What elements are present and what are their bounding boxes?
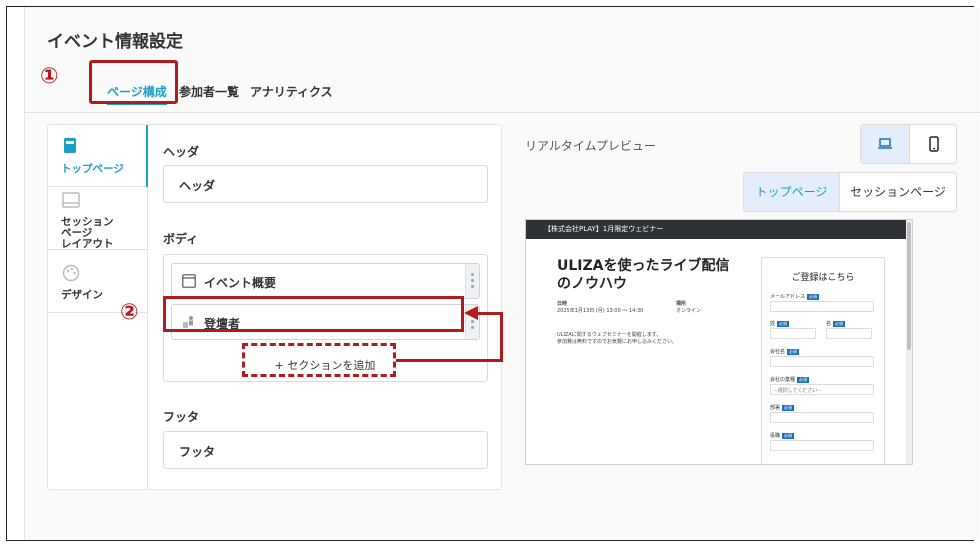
screenshot-frame: イベント情報設定 ページ構成 参加者一覧 アナリティクス トップページ セッショ… <box>6 6 980 541</box>
form-label-mail: メールアドレス 必須 <box>770 294 820 300</box>
smartphone-preview-button[interactable] <box>909 125 957 163</box>
footer-section-label: フッタ <box>163 410 200 424</box>
layout-icon <box>62 192 80 208</box>
preview-session-page-button[interactable]: セッションページ <box>839 173 956 211</box>
annotation-highlight-speakers <box>163 296 464 332</box>
form-label-industry: 会社の業種 必須 <box>770 377 810 383</box>
form-input-last <box>770 328 816 339</box>
header-section-label: ヘッダ <box>163 145 200 159</box>
annotation-arrow <box>396 359 503 362</box>
arrow-head-icon <box>464 306 478 320</box>
form-select-placeholder: --選択してください-- <box>774 388 821 394</box>
preview-top-page-button[interactable]: トップページ <box>744 173 839 211</box>
annotation-highlight-tab <box>89 60 178 104</box>
form-input-company <box>770 356 874 367</box>
realtime-preview-label: リアルタイムプレビュー <box>525 139 656 153</box>
preview-description: ULIZAに関するウェブセミナーを開催します。 <box>557 332 662 338</box>
form-label-first: 名必須 <box>826 321 846 327</box>
tab-analytics[interactable]: アナリティクス <box>250 83 333 100</box>
page-title: イベント情報設定 <box>47 32 183 52</box>
sidebar-item-label: セッション ページ レイアウト <box>61 216 114 250</box>
header-section-box[interactable]: ヘッダ <box>163 165 488 203</box>
sidebar-item-top-page[interactable]: トップページ <box>48 125 147 187</box>
annotation-arrow <box>477 312 503 315</box>
preview-date-value: 2025年1月13日 (月) 13:00 ～ 14:30 <box>557 308 644 314</box>
body-item-label: イベント概要 <box>204 276 277 290</box>
preview-registration-form: ご登録はこちら メールアドレス 必須 姓必須 名必須 会社名 必須 会社の業種 必須 … <box>761 257 885 464</box>
preview-form-title: ご登録はこちら <box>791 273 855 283</box>
form-label-company: 会社名 必須 <box>770 349 800 355</box>
body-section-label: ボディ <box>163 232 199 246</box>
window-icon <box>182 274 196 288</box>
smartphone-icon <box>929 136 939 152</box>
preview-event-title: ULIZAを使ったライブ配信のノウハウ <box>557 258 730 292</box>
device-toggle <box>860 124 957 164</box>
annotation-marker-1: ① <box>40 64 59 89</box>
form-input-position <box>770 440 874 451</box>
form-label-position: 役職 必須 <box>770 433 795 439</box>
preview-header-bar: 【株式会社PLAY】1月限定ウェビナー <box>526 220 912 239</box>
annotation-arrow <box>500 312 503 362</box>
form-input-first <box>826 328 872 339</box>
form-label-department: 部署 必須 <box>770 405 795 411</box>
preview-place-value: オンライン <box>676 308 702 314</box>
sidebar-item-label: デザイン <box>61 289 103 301</box>
page-icon <box>64 138 76 153</box>
preview-place-label: 場所 <box>676 301 687 307</box>
form-input-department <box>770 412 874 423</box>
pc-preview-button[interactable] <box>861 125 909 163</box>
sidebar-active-indicator <box>146 125 148 187</box>
body-item-event-overview[interactable]: イベント概要 <box>171 263 480 299</box>
preview-description: 参加費は無料ですのでお気軽にお申し込みください。 <box>557 339 678 345</box>
footer-section-box[interactable]: フッタ <box>163 431 488 469</box>
preview-scrollbar[interactable] <box>906 220 912 464</box>
annotation-marker-2: ② <box>120 300 139 325</box>
sidebar-item-label: トップページ <box>61 163 124 175</box>
tab-participants[interactable]: 参加者一覧 <box>179 83 239 100</box>
preview-pane: 【株式会社PLAY】1月限定ウェビナー ULIZAを使ったライブ配信のノウハウ … <box>525 219 913 465</box>
palette-icon <box>62 264 80 282</box>
drag-handle-icon[interactable] <box>465 264 479 298</box>
annotation-highlight-add-section <box>242 343 396 377</box>
preview-date-label: 日時 <box>557 301 568 307</box>
sidebar-item-session-layout[interactable]: セッション ページ レイアウト <box>48 187 147 250</box>
form-input-mail <box>770 301 874 312</box>
form-label-last: 姓必須 <box>770 321 790 327</box>
laptop-icon <box>878 138 892 149</box>
preview-page-toggle: トップページ セッションページ <box>743 172 957 212</box>
